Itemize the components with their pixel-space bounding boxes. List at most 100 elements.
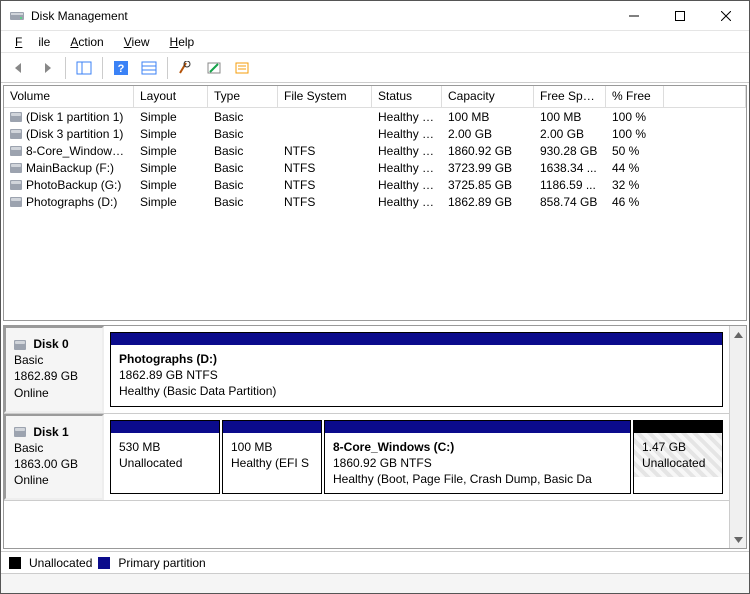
col-freespace[interactable]: Free Spa... (534, 86, 606, 107)
cell-pct: 46 % (606, 195, 664, 209)
cell-free: 858.74 GB (534, 195, 606, 209)
table-row[interactable]: PhotoBackup (G:) SimpleBasicNTFSHealthy (… (4, 176, 746, 193)
disk-graphical-pane: Disk 0Basic1862.89 GBOnlinePhotographs (… (3, 325, 747, 549)
col-pctfree[interactable]: % Free (606, 86, 664, 107)
disk-partitions: Photographs (D:)1862.89 GB NTFSHealthy (… (104, 326, 729, 413)
minimize-button[interactable] (611, 1, 657, 31)
cell-pct: 50 % (606, 144, 664, 158)
scroll-up-icon[interactable] (730, 326, 747, 343)
partition-header (111, 421, 219, 433)
col-filesystem[interactable]: File System (278, 86, 372, 107)
partition-primary[interactable]: 100 MBHealthy (EFI S (222, 420, 322, 495)
cell-pct: 100 % (606, 127, 664, 141)
disk-row: Disk 1Basic1863.00 GBOnline530 MBUnalloc… (4, 414, 729, 502)
volume-icon (10, 180, 22, 190)
disk-label[interactable]: Disk 1Basic1863.00 GBOnline (4, 414, 104, 501)
col-type[interactable]: Type (208, 86, 278, 107)
status-bar (1, 573, 749, 593)
partition-header (634, 421, 722, 433)
toolbar-divider (65, 57, 66, 79)
toolbar-divider (167, 57, 168, 79)
cell-fs: NTFS (278, 161, 372, 175)
table-row[interactable]: (Disk 1 partition 1)SimpleBasicHealthy (… (4, 108, 746, 125)
list-button[interactable] (230, 56, 254, 80)
menubar: File Action View Help (1, 31, 749, 53)
table-row[interactable]: MainBackup (F:)SimpleBasicNTFSHealthy (B… (4, 159, 746, 176)
cell-capacity: 3723.99 GB (442, 161, 534, 175)
properties-button[interactable] (202, 56, 226, 80)
close-button[interactable] (703, 1, 749, 31)
volume-list-body[interactable]: (Disk 1 partition 1)SimpleBasicHealthy (… (4, 108, 746, 320)
cell-layout: Simple (134, 178, 208, 192)
cell-layout: Simple (134, 110, 208, 124)
settings-button[interactable] (137, 56, 161, 80)
legend-swatch-unallocated (9, 557, 21, 569)
refresh-button[interactable] (174, 56, 198, 80)
volume-icon (10, 112, 22, 122)
titlebar: Disk Management (1, 1, 749, 31)
volume-name: PhotoBackup (G:) (26, 178, 121, 192)
cell-free: 100 MB (534, 110, 606, 124)
back-button[interactable] (7, 56, 31, 80)
volume-list-pane: Volume Layout Type File System Status Ca… (3, 85, 747, 321)
col-volume[interactable]: Volume (4, 86, 134, 107)
partition-unallocated[interactable]: 1.47 GBUnallocated (633, 420, 723, 495)
partition-header (325, 421, 630, 433)
scroll-down-icon[interactable] (730, 531, 747, 548)
legend-unallocated-label: Unallocated (29, 556, 92, 570)
cell-type: Basic (208, 161, 278, 175)
vertical-scrollbar[interactable] (729, 326, 746, 548)
cell-capacity: 2.00 GB (442, 127, 534, 141)
cell-pct: 32 % (606, 178, 664, 192)
partition-primary[interactable]: Photographs (D:)1862.89 GB NTFSHealthy (… (110, 332, 723, 407)
toolbar: ? (1, 53, 749, 83)
table-row[interactable]: 8-Core_Windows (...SimpleBasicNTFSHealth… (4, 142, 746, 159)
menu-action[interactable]: Action (62, 33, 111, 51)
help-button[interactable]: ? (109, 56, 133, 80)
disk-row: Disk 0Basic1862.89 GBOnlinePhotographs (… (4, 326, 729, 414)
cell-layout: Simple (134, 195, 208, 209)
cell-type: Basic (208, 178, 278, 192)
disk-graphical-content[interactable]: Disk 0Basic1862.89 GBOnlinePhotographs (… (4, 326, 729, 548)
cell-type: Basic (208, 127, 278, 141)
legend-primary-label: Primary partition (118, 556, 205, 570)
table-row[interactable]: (Disk 3 partition 1)SimpleBasicHealthy (… (4, 125, 746, 142)
cell-type: Basic (208, 144, 278, 158)
table-row[interactable]: Photographs (D:)SimpleBasicNTFSHealthy (… (4, 193, 746, 210)
cell-layout: Simple (134, 161, 208, 175)
menu-file[interactable]: File (7, 33, 58, 51)
window-title: Disk Management (31, 9, 611, 23)
partition-body: Photographs (D:)1862.89 GB NTFSHealthy (… (111, 345, 722, 406)
cell-type: Basic (208, 195, 278, 209)
partition-body: 100 MBHealthy (EFI S (223, 433, 321, 477)
cell-pct: 100 % (606, 110, 664, 124)
disk-label[interactable]: Disk 0Basic1862.89 GBOnline (4, 326, 104, 413)
app-icon (9, 8, 25, 24)
cell-free: 930.28 GB (534, 144, 606, 158)
partition-primary[interactable]: 530 MBUnallocated (110, 420, 220, 495)
cell-free: 1638.34 ... (534, 161, 606, 175)
partition-primary[interactable]: 8-Core_Windows (C:)1860.92 GB NTFSHealth… (324, 420, 631, 495)
partition-header (223, 421, 321, 433)
cell-fs: NTFS (278, 178, 372, 192)
forward-button[interactable] (35, 56, 59, 80)
cell-status: Healthy (E... (372, 110, 442, 124)
col-status[interactable]: Status (372, 86, 442, 107)
cell-status: Healthy (B... (372, 195, 442, 209)
volume-name: Photographs (D:) (26, 195, 117, 209)
menu-view[interactable]: View (116, 33, 158, 51)
col-layout[interactable]: Layout (134, 86, 208, 107)
show-hide-console-tree-button[interactable] (72, 56, 96, 80)
cell-capacity: 3725.85 GB (442, 178, 534, 192)
menu-help[interactable]: Help (162, 33, 203, 51)
volume-list-header: Volume Layout Type File System Status Ca… (4, 86, 746, 108)
legend-bar: Unallocated Primary partition (1, 551, 749, 573)
cell-status: Healthy (B... (372, 178, 442, 192)
col-capacity[interactable]: Capacity (442, 86, 534, 107)
cell-type: Basic (208, 110, 278, 124)
disk-icon (14, 427, 26, 437)
cell-layout: Simple (134, 144, 208, 158)
cell-status: Healthy (B... (372, 144, 442, 158)
maximize-button[interactable] (657, 1, 703, 31)
cell-status: Healthy (B... (372, 161, 442, 175)
